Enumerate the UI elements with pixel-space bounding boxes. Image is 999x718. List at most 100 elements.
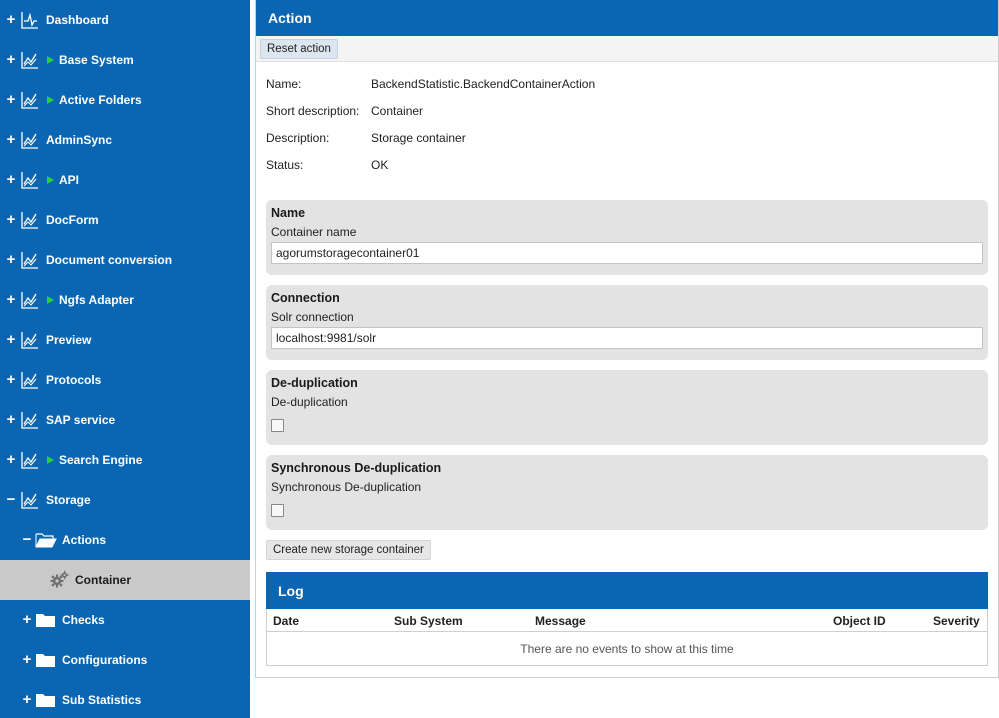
sidebar-item-document-conversion[interactable]: + Document conversion: [0, 240, 250, 280]
info-value: Storage container: [371, 131, 466, 145]
sidebar-item-actions[interactable]: − Actions: [0, 520, 250, 560]
section-title: Connection: [271, 291, 340, 305]
status-arrow-icon: [47, 96, 54, 104]
action-panel: Action Reset action Name: BackendStatisti…: [255, 0, 999, 678]
column-date[interactable]: Date: [273, 614, 299, 628]
sidebar-item-label: Protocols: [46, 373, 102, 387]
expand-icon[interactable]: +: [4, 372, 18, 387]
sidebar-item-label: Storage: [46, 493, 91, 507]
chart-icon: [19, 329, 41, 351]
sidebar-item-search-engine[interactable]: + Search Engine: [0, 440, 250, 480]
sidebar-item-base-system[interactable]: + Base System: [0, 40, 250, 80]
chart-icon: [19, 169, 41, 191]
column-severity[interactable]: Severity: [933, 614, 980, 628]
status-arrow-icon: [47, 176, 54, 184]
expand-icon[interactable]: +: [4, 52, 18, 67]
open-folder-icon: [35, 529, 57, 551]
sidebar-item-label: Container: [75, 573, 132, 587]
sidebar-item-configurations[interactable]: + Configurations: [0, 640, 250, 680]
chart-icon: [19, 129, 41, 151]
column-object-id[interactable]: Object ID: [833, 614, 886, 628]
sidebar-item-label: AdminSync: [46, 133, 113, 147]
expand-icon[interactable]: +: [20, 612, 34, 627]
chart-icon: [19, 409, 41, 431]
sidebar-item-checks[interactable]: + Checks: [0, 600, 250, 640]
sidebar-item-label: Search Engine: [59, 453, 143, 467]
sidebar-item-dashboard[interactable]: + Dashboard: [0, 0, 250, 40]
sidebar-item-container[interactable]: Container: [0, 560, 250, 600]
container-name-label: Container name: [271, 225, 357, 239]
status-arrow-icon: [47, 296, 54, 304]
section-title: Name: [271, 206, 306, 220]
info-key: Description:: [266, 131, 330, 145]
expand-icon[interactable]: +: [4, 252, 18, 267]
sidebar-item-storage[interactable]: − Storage: [0, 480, 250, 520]
solr-connection-label: Solr connection: [271, 310, 354, 324]
chart-icon: [19, 369, 41, 391]
sidebar-item-protocols[interactable]: + Protocols: [0, 360, 250, 400]
sidebar-item-sap-service[interactable]: + SAP service: [0, 400, 250, 440]
info-row-description: Description: Storage container: [266, 131, 466, 145]
sidebar-item-label: Document conversion: [46, 253, 173, 267]
expand-icon[interactable]: +: [4, 332, 18, 347]
sidebar-item-sub-statistics[interactable]: + Sub Statistics: [0, 680, 250, 718]
panel-title: Action: [256, 0, 998, 36]
create-storage-container-button[interactable]: Create new storage container: [266, 540, 431, 560]
expand-icon[interactable]: +: [20, 692, 34, 707]
expand-icon[interactable]: +: [4, 172, 18, 187]
expand-icon[interactable]: +: [4, 412, 18, 427]
sidebar-item-preview[interactable]: + Preview: [0, 320, 250, 360]
info-row-status: Status: OK: [266, 158, 388, 172]
section-title: Synchronous De-duplication: [271, 461, 442, 475]
expand-icon[interactable]: +: [4, 92, 18, 107]
synchronous-deduplication-checkbox[interactable]: [271, 504, 284, 517]
sidebar-item-ngfs-adapter[interactable]: + Ngfs Adapter: [0, 280, 250, 320]
sidebar: + Dashboard + Base System + Active Folde…: [0, 0, 250, 718]
expand-icon[interactable]: +: [4, 212, 18, 227]
expand-icon[interactable]: +: [4, 452, 18, 467]
sidebar-item-label: Configurations: [62, 653, 148, 667]
sidebar-item-label: Active Folders: [59, 93, 142, 107]
sidebar-item-active-folders[interactable]: + Active Folders: [0, 80, 250, 120]
solr-connection-input[interactable]: [271, 327, 983, 349]
expand-icon[interactable]: +: [4, 132, 18, 147]
info-key: Status:: [266, 158, 304, 172]
info-key: Name:: [266, 77, 302, 91]
column-message[interactable]: Message: [535, 614, 586, 628]
log-empty-message: There are no events to show at this time: [520, 641, 734, 656]
info-value: Container: [371, 104, 424, 118]
reset-action-button[interactable]: Reset action: [260, 38, 338, 59]
expand-icon[interactable]: +: [20, 652, 34, 667]
info-value: OK: [371, 158, 389, 172]
deduplication-checkbox[interactable]: [271, 419, 284, 432]
synchronous-deduplication-label: Synchronous De-duplication: [271, 480, 422, 494]
folder-icon: [35, 609, 57, 631]
chart-icon: [19, 49, 41, 71]
expand-icon[interactable]: +: [4, 12, 18, 27]
sidebar-item-label: Preview: [46, 333, 92, 347]
section-name: Name Container name: [266, 200, 988, 275]
log-column-headers: Date Sub System Message Object ID Severi…: [267, 609, 987, 632]
sidebar-item-label: API: [59, 173, 80, 187]
column-sub-system[interactable]: Sub System: [394, 614, 463, 628]
folder-icon: [35, 689, 57, 711]
chart-icon: [19, 209, 41, 231]
sidebar-item-api[interactable]: + API: [0, 160, 250, 200]
chart-icon: [19, 449, 41, 471]
collapse-icon[interactable]: −: [20, 532, 34, 547]
container-name-input[interactable]: [271, 242, 983, 264]
info-row-short-description: Short description: Container: [266, 104, 423, 118]
sidebar-item-adminsync[interactable]: + AdminSync: [0, 120, 250, 160]
expand-icon[interactable]: +: [4, 292, 18, 307]
sidebar-item-label: Base System: [59, 53, 134, 67]
section-synchronous-deduplication: Synchronous De-duplication Synchronous D…: [266, 455, 988, 530]
chart-icon: [19, 89, 41, 111]
gears-icon: [48, 569, 70, 591]
sidebar-item-docform[interactable]: + DocForm: [0, 200, 250, 240]
log-table: Date Sub System Message Object ID Severi…: [266, 609, 988, 666]
collapse-icon[interactable]: −: [4, 492, 18, 507]
dashboard-icon: [19, 9, 41, 31]
chart-icon: [19, 249, 41, 271]
folder-icon: [35, 649, 57, 671]
log-title: Log: [266, 572, 988, 609]
